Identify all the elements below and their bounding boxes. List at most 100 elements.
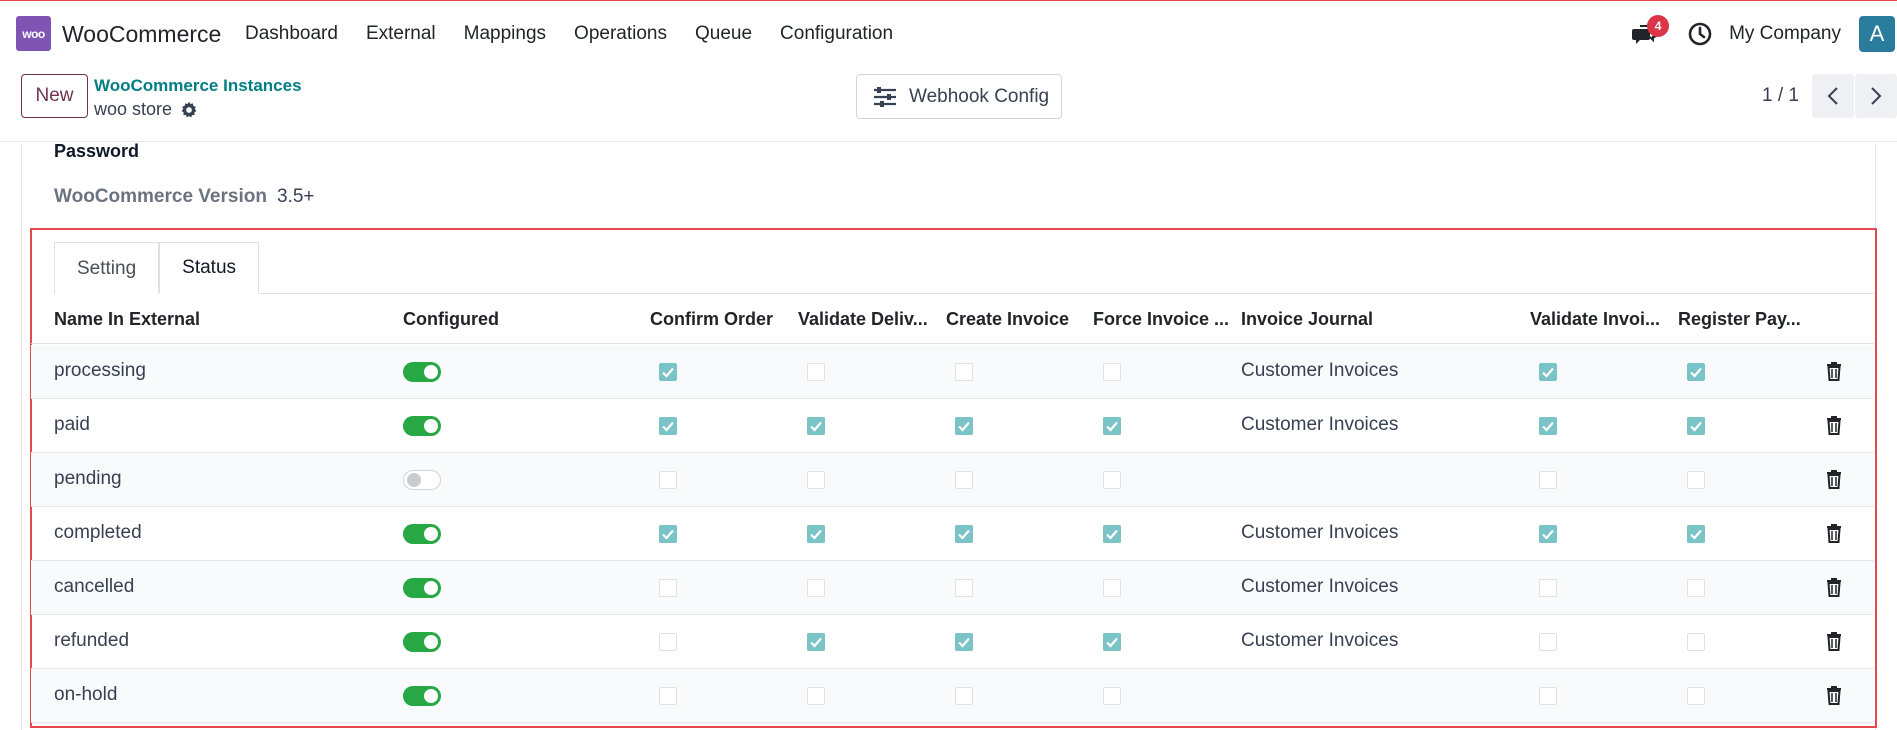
invoice-journal-cell[interactable]: Customer Invoices: [1241, 360, 1398, 382]
validate-delivery-checkbox[interactable]: [807, 417, 825, 435]
pager-previous-button[interactable]: [1812, 74, 1854, 118]
menu-item-operations[interactable]: Operations: [574, 23, 667, 45]
validate-invoice-checkbox[interactable]: [1539, 471, 1557, 489]
trash-icon[interactable]: [1825, 577, 1843, 597]
column-register-payment[interactable]: Register Pay...: [1678, 309, 1801, 330]
table-row[interactable]: processing Customer Invoices: [31, 345, 1874, 399]
clock-icon[interactable]: [1687, 21, 1713, 47]
register-payment-checkbox[interactable]: [1687, 363, 1705, 381]
invoice-journal-cell[interactable]: Customer Invoices: [1241, 522, 1398, 544]
table-row[interactable]: cancelled Customer Invoices: [31, 561, 1874, 615]
pager-value[interactable]: 1 / 1: [1762, 85, 1799, 107]
validate-invoice-checkbox[interactable]: [1539, 417, 1557, 435]
column-configured[interactable]: Configured: [403, 309, 499, 330]
status-name-cell[interactable]: paid: [54, 414, 90, 436]
column-name-in-external[interactable]: Name In External: [54, 309, 200, 330]
configured-toggle[interactable]: [403, 686, 441, 706]
confirm-order-checkbox[interactable]: [659, 579, 677, 597]
confirm-order-checkbox[interactable]: [659, 417, 677, 435]
pager-next-button[interactable]: [1855, 74, 1897, 118]
configured-toggle[interactable]: [403, 524, 441, 544]
confirm-order-checkbox[interactable]: [659, 525, 677, 543]
status-name-cell[interactable]: completed: [54, 522, 142, 544]
create-invoice-checkbox[interactable]: [955, 633, 973, 651]
register-payment-checkbox[interactable]: [1687, 579, 1705, 597]
register-payment-checkbox[interactable]: [1687, 417, 1705, 435]
validate-delivery-checkbox[interactable]: [807, 525, 825, 543]
new-button[interactable]: New: [21, 74, 88, 118]
validate-invoice-checkbox[interactable]: [1539, 633, 1557, 651]
create-invoice-checkbox[interactable]: [955, 471, 973, 489]
invoice-journal-cell[interactable]: Customer Invoices: [1241, 576, 1398, 598]
column-validate-invoice[interactable]: Validate Invoi...: [1530, 309, 1660, 330]
table-row[interactable]: refunded Customer Invoices: [31, 615, 1874, 669]
menu-item-mappings[interactable]: Mappings: [464, 23, 546, 45]
column-invoice-journal[interactable]: Invoice Journal: [1241, 309, 1373, 330]
validate-invoice-checkbox[interactable]: [1539, 579, 1557, 597]
configured-toggle[interactable]: [403, 578, 441, 598]
tab-status[interactable]: Status: [159, 242, 260, 294]
create-invoice-checkbox[interactable]: [955, 579, 973, 597]
menu-item-external[interactable]: External: [366, 23, 436, 45]
validate-delivery-checkbox[interactable]: [807, 633, 825, 651]
confirm-order-checkbox[interactable]: [659, 363, 677, 381]
status-name-cell[interactable]: on-hold: [54, 684, 117, 706]
force-invoice-checkbox[interactable]: [1103, 579, 1121, 597]
validate-delivery-checkbox[interactable]: [807, 471, 825, 489]
breadcrumb-parent[interactable]: WooCommerce Instances: [94, 76, 302, 96]
table-row[interactable]: pending: [31, 453, 1874, 507]
column-force-invoice[interactable]: Force Invoice ...: [1093, 309, 1229, 330]
configured-toggle[interactable]: [403, 470, 441, 490]
trash-icon[interactable]: [1825, 469, 1843, 489]
trash-icon[interactable]: [1825, 523, 1843, 543]
trash-icon[interactable]: [1825, 685, 1843, 705]
status-name-cell[interactable]: cancelled: [54, 576, 134, 598]
create-invoice-checkbox[interactable]: [955, 687, 973, 705]
user-avatar[interactable]: A: [1859, 16, 1895, 52]
force-invoice-checkbox[interactable]: [1103, 633, 1121, 651]
register-payment-checkbox[interactable]: [1687, 525, 1705, 543]
column-confirm-order[interactable]: Confirm Order: [650, 309, 773, 330]
validate-invoice-checkbox[interactable]: [1539, 687, 1557, 705]
column-create-invoice[interactable]: Create Invoice: [946, 309, 1069, 330]
trash-icon[interactable]: [1825, 415, 1843, 435]
trash-icon[interactable]: [1825, 631, 1843, 651]
invoice-journal-cell[interactable]: Customer Invoices: [1241, 630, 1398, 652]
validate-invoice-checkbox[interactable]: [1539, 525, 1557, 543]
register-payment-checkbox[interactable]: [1687, 633, 1705, 651]
webhook-config-button[interactable]: Webhook Config: [856, 74, 1062, 119]
woocommerce-logo[interactable]: woo: [16, 16, 51, 51]
app-name[interactable]: WooCommerce: [62, 21, 221, 48]
status-name-cell[interactable]: refunded: [54, 630, 129, 652]
validate-delivery-checkbox[interactable]: [807, 579, 825, 597]
validate-delivery-checkbox[interactable]: [807, 363, 825, 381]
menu-item-configuration[interactable]: Configuration: [780, 23, 893, 45]
validate-invoice-checkbox[interactable]: [1539, 363, 1557, 381]
register-payment-checkbox[interactable]: [1687, 687, 1705, 705]
validate-delivery-checkbox[interactable]: [807, 687, 825, 705]
menu-item-dashboard[interactable]: Dashboard: [245, 23, 338, 45]
register-payment-checkbox[interactable]: [1687, 471, 1705, 489]
configured-toggle[interactable]: [403, 362, 441, 382]
create-invoice-checkbox[interactable]: [955, 363, 973, 381]
table-row[interactable]: paid Customer Invoices: [31, 399, 1874, 453]
table-row[interactable]: completed Customer Invoices: [31, 507, 1874, 561]
trash-icon[interactable]: [1825, 361, 1843, 381]
configured-toggle[interactable]: [403, 416, 441, 436]
column-validate-delivery[interactable]: Validate Deliv...: [798, 309, 928, 330]
confirm-order-checkbox[interactable]: [659, 633, 677, 651]
tab-setting[interactable]: Setting: [54, 242, 160, 294]
company-switcher[interactable]: My Company: [1729, 23, 1841, 45]
force-invoice-checkbox[interactable]: [1103, 471, 1121, 489]
menu-item-queue[interactable]: Queue: [695, 23, 752, 45]
force-invoice-checkbox[interactable]: [1103, 687, 1121, 705]
gear-icon[interactable]: [180, 101, 198, 119]
status-name-cell[interactable]: processing: [54, 360, 146, 382]
create-invoice-checkbox[interactable]: [955, 417, 973, 435]
table-row[interactable]: on-hold: [31, 669, 1874, 723]
messages-button[interactable]: 4: [1631, 15, 1670, 49]
confirm-order-checkbox[interactable]: [659, 687, 677, 705]
configured-toggle[interactable]: [403, 632, 441, 652]
status-name-cell[interactable]: pending: [54, 468, 122, 490]
force-invoice-checkbox[interactable]: [1103, 525, 1121, 543]
